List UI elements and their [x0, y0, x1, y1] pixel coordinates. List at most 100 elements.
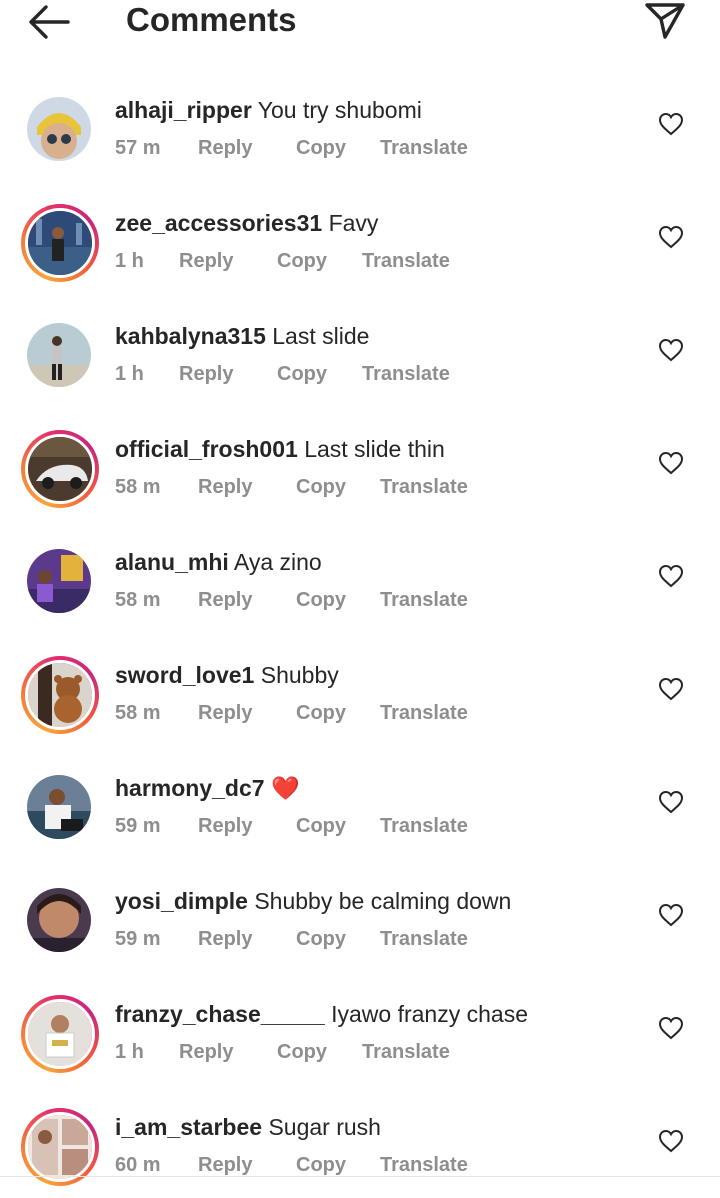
- copy-button[interactable]: Copy: [277, 362, 327, 386]
- copy-button[interactable]: Copy: [296, 475, 346, 499]
- comment-body: You try shubomi: [257, 97, 422, 123]
- comment-item: kahbalyna315 Last slide 1 h Reply Copy T…: [0, 294, 720, 407]
- comment-time: 58 m: [115, 476, 161, 498]
- comment-body: Shubby be calming down: [254, 888, 512, 914]
- reply-button[interactable]: Reply: [198, 701, 252, 725]
- comment-text-line: alanu_mhi Aya zino: [115, 548, 322, 576]
- comment-time: 59 m: [115, 815, 161, 837]
- comment-text-line: franzy_chase_____ Iyawo franzy chase: [115, 1000, 528, 1028]
- avatar-image: [27, 888, 91, 952]
- reply-button[interactable]: Reply: [198, 1153, 252, 1177]
- comment-username[interactable]: franzy_chase_____: [115, 1001, 325, 1027]
- copy-button[interactable]: Copy: [296, 136, 346, 160]
- comment-username[interactable]: i_am_starbee: [115, 1114, 262, 1140]
- comment-username[interactable]: harmony_dc7: [115, 775, 265, 801]
- translate-button[interactable]: Translate: [380, 475, 468, 499]
- reply-button[interactable]: Reply: [179, 362, 233, 386]
- comment-item: franzy_chase_____ Iyawo franzy chase 1 h…: [0, 972, 720, 1085]
- translate-button[interactable]: Translate: [362, 1040, 450, 1064]
- avatar-image: [25, 434, 95, 504]
- avatar[interactable]: [21, 430, 99, 508]
- comment-time: 1 h: [115, 363, 144, 385]
- heart-icon[interactable]: [658, 564, 684, 588]
- avatar[interactable]: [27, 97, 91, 161]
- heart-icon[interactable]: [658, 1129, 684, 1153]
- comment-body: Favy: [328, 210, 379, 236]
- comment-body: Last slide thin: [304, 436, 445, 462]
- reply-button[interactable]: Reply: [198, 475, 252, 499]
- comment-username[interactable]: yosi_dimple: [115, 888, 248, 914]
- heart-icon[interactable]: [658, 225, 684, 249]
- comment-item: zee_accessories31 Favy 1 h Reply Copy Tr…: [0, 181, 720, 294]
- reply-button[interactable]: Reply: [198, 927, 252, 951]
- avatar[interactable]: [27, 775, 91, 839]
- comment-text-line: sword_love1 Shubby: [115, 661, 339, 689]
- divider: [0, 1176, 720, 1177]
- copy-button[interactable]: Copy: [296, 1153, 346, 1177]
- comment-item: sword_love1 Shubby 58 m Reply Copy Trans…: [0, 633, 720, 746]
- heart-icon[interactable]: [658, 677, 684, 701]
- comment-username[interactable]: official_frosh001: [115, 436, 298, 462]
- avatar-image: [27, 549, 91, 613]
- heart-icon[interactable]: [658, 790, 684, 814]
- translate-button[interactable]: Translate: [380, 1153, 468, 1177]
- comment-text-line: harmony_dc7 ❤️: [115, 774, 300, 802]
- comment-text-line: alhaji_ripper You try shubomi: [115, 96, 422, 124]
- avatar[interactable]: [27, 323, 91, 387]
- arrow-left-icon[interactable]: [28, 4, 70, 40]
- comment-body: Shubby: [260, 662, 339, 688]
- copy-button[interactable]: Copy: [296, 588, 346, 612]
- translate-button[interactable]: Translate: [380, 701, 468, 725]
- comment-username[interactable]: alanu_mhi: [115, 549, 229, 575]
- comment-time: 1 h: [115, 250, 144, 272]
- avatar-image: [25, 208, 95, 278]
- avatar[interactable]: [21, 1108, 99, 1186]
- comment-text-line: zee_accessories31 Favy: [115, 209, 378, 237]
- comment-body: Aya zino: [233, 549, 322, 575]
- heart-icon[interactable]: [658, 112, 684, 136]
- comment-username[interactable]: sword_love1: [115, 662, 254, 688]
- translate-button[interactable]: Translate: [380, 136, 468, 160]
- comment-time: 58 m: [115, 702, 161, 724]
- avatar-image: [25, 999, 95, 1069]
- comment-item: i_am_starbee Sugar rush 60 m Reply Copy …: [0, 1085, 720, 1198]
- comment-text-line: i_am_starbee Sugar rush: [115, 1113, 381, 1141]
- comment-time: 59 m: [115, 928, 161, 950]
- comment-time: 60 m: [115, 1154, 161, 1176]
- translate-button[interactable]: Translate: [362, 249, 450, 273]
- reply-button[interactable]: Reply: [198, 136, 252, 160]
- copy-button[interactable]: Copy: [296, 701, 346, 725]
- comment-text-line: official_frosh001 Last slide thin: [115, 435, 445, 463]
- avatar[interactable]: [21, 995, 99, 1073]
- avatar[interactable]: [21, 656, 99, 734]
- comment-item: official_frosh001 Last slide thin 58 m R…: [0, 407, 720, 520]
- heart-icon[interactable]: [658, 903, 684, 927]
- avatar-image: [27, 323, 91, 387]
- avatar[interactable]: [27, 549, 91, 613]
- copy-button[interactable]: Copy: [296, 814, 346, 838]
- reply-button[interactable]: Reply: [179, 249, 233, 273]
- comment-username[interactable]: kahbalyna315: [115, 323, 266, 349]
- heart-icon[interactable]: [658, 1016, 684, 1040]
- reply-button[interactable]: Reply: [198, 588, 252, 612]
- comment-text-line: yosi_dimple Shubby be calming down: [115, 887, 511, 915]
- heart-icon[interactable]: [658, 451, 684, 475]
- paper-plane-icon[interactable]: [644, 0, 686, 40]
- avatar[interactable]: [27, 888, 91, 952]
- translate-button[interactable]: Translate: [362, 362, 450, 386]
- translate-button[interactable]: Translate: [380, 814, 468, 838]
- comment-body: Sugar rush: [268, 1114, 381, 1140]
- translate-button[interactable]: Translate: [380, 927, 468, 951]
- copy-button[interactable]: Copy: [277, 1040, 327, 1064]
- comment-username[interactable]: zee_accessories31: [115, 210, 322, 236]
- comment-item: alhaji_ripper You try shubomi 57 m Reply…: [0, 68, 720, 181]
- heart-icon[interactable]: [658, 338, 684, 362]
- copy-button[interactable]: Copy: [296, 927, 346, 951]
- comment-username[interactable]: alhaji_ripper: [115, 97, 252, 123]
- comment-item: alanu_mhi Aya zino 58 m Reply Copy Trans…: [0, 520, 720, 633]
- reply-button[interactable]: Reply: [179, 1040, 233, 1064]
- copy-button[interactable]: Copy: [277, 249, 327, 273]
- translate-button[interactable]: Translate: [380, 588, 468, 612]
- reply-button[interactable]: Reply: [198, 814, 252, 838]
- avatar[interactable]: [21, 204, 99, 282]
